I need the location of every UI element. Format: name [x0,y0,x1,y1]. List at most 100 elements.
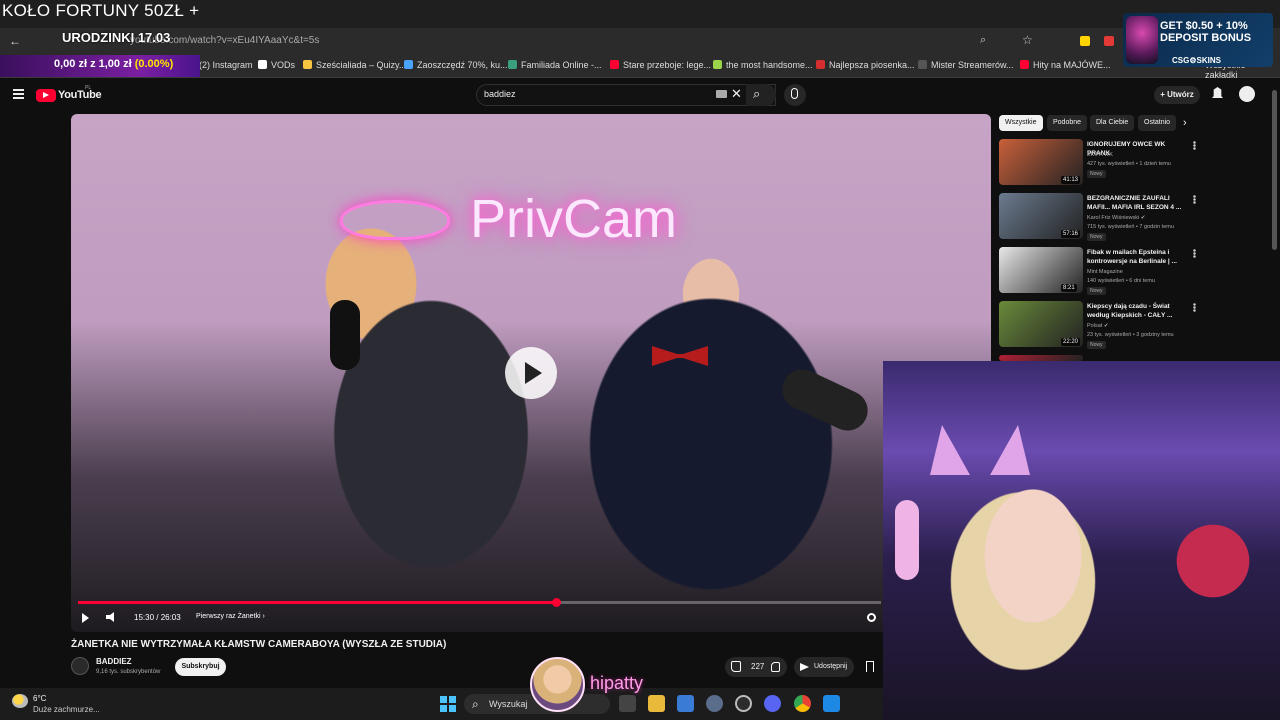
bookmark-label: VODs [271,60,296,70]
more-options-icon[interactable] [1193,141,1196,150]
search-query[interactable]: baddiez [484,89,516,99]
filter-chip[interactable]: Dla Ciebie [1090,115,1135,131]
channel-name[interactable]: Karol Friz Wiśniewski ✔ [1087,215,1145,221]
app-icon[interactable] [823,695,840,712]
weather-icon[interactable] [12,694,28,708]
folder-icon[interactable] [648,695,665,712]
chevron-right-icon[interactable]: › [1183,117,1187,129]
progress-fill [78,601,556,604]
zoom-icon[interactable]: ⌕ [980,34,986,47]
avatar[interactable] [1239,86,1255,102]
filter-chip[interactable]: Wszystkie [999,115,1043,131]
video-title: ŻANETKA NIE WYTRZYMAŁA KŁAMSTW CAMERABOY… [71,639,447,650]
new-badge: Nowy [1087,170,1106,178]
ad-text: GET $0.50 + 10% DEPOSIT BONUS [1160,20,1252,44]
chrome-icon[interactable] [794,695,811,712]
search-button[interactable] [746,84,776,106]
thumbs-down-icon[interactable] [771,662,780,672]
region-code: PL [85,85,92,91]
headset [895,500,919,580]
discord-icon[interactable] [764,695,781,712]
search-icon: ⌕ [753,86,761,101]
weather-description[interactable]: Duże zachmurze... [33,705,100,714]
bookmark-icon [713,60,722,69]
play-icon [43,92,49,98]
bookmark-label: (2) Instagram [199,60,253,70]
play-button[interactable] [505,347,557,399]
video-time: 15:30 / 26:03 [134,613,181,622]
menu-icon[interactable] [13,89,24,99]
video-duration: 8:21 [1061,284,1077,292]
clear-icon[interactable]: ✕ [731,86,742,102]
video-meta: 715 tys. wyświetleń • 7 godzin temu [1087,224,1174,230]
taskbar-search-label: Wyszukaj [489,699,528,709]
video-duration: 41:13 [1061,176,1081,184]
streamer-avatar [530,657,585,712]
channel-name[interactable]: EKIPA WK [1087,152,1113,158]
channel-name[interactable]: BADDIEZ [96,657,132,666]
bookmark-label: the most handsome... [726,60,813,70]
bookmark-item[interactable]: Najlepsza piosenka... [816,60,915,70]
back-icon[interactable]: ← [9,34,21,48]
more-options-icon[interactable] [1193,195,1196,204]
bookmark-label: Sześcialiada – Quizy... [316,60,407,70]
bookmark-icon [508,60,517,69]
bookmark-icon [610,60,619,69]
ad-brand: CSG⚙SKINS [1172,56,1221,65]
bookmark-item[interactable]: Mister Streamerów... [918,60,1014,70]
keyboard-icon[interactable] [716,90,727,98]
share-icon [800,663,809,671]
notifications-icon[interactable] [1212,87,1223,99]
extension-icon[interactable] [1104,36,1114,46]
video-duration: 57:16 [1061,230,1081,238]
bookmark-item[interactable]: the most handsome... [713,60,813,70]
new-badge: Nowy [1087,287,1106,295]
neon-sign: PrivCam [470,189,678,249]
scrollbar[interactable] [1272,90,1277,250]
task-view-icon[interactable] [619,695,636,712]
store-icon[interactable] [677,695,694,712]
video-title[interactable]: Fibak w mailach Epsteina i kontrowersje … [1087,248,1187,266]
video-duration: 22:20 [1061,338,1081,346]
video-meta: 23 tys. wyświetleń • 3 godziny temu [1087,332,1174,338]
settings-app-icon[interactable] [706,695,723,712]
bookmark-item[interactable]: Sześcialiada – Quizy... [303,60,406,70]
bookmark-icon [918,60,927,69]
bookmark-icon [258,60,267,69]
bookmark-item[interactable]: VODs [258,60,295,70]
wheel-of-fortune-overlay: KOŁO FORTUNY 50ZŁ + [2,1,200,20]
bookmark-label: Stare przeboje: lege... [623,60,712,70]
star-icon[interactable]: ☆ [1022,33,1033,47]
windows-start-icon[interactable] [440,696,456,712]
obs-icon[interactable] [735,695,752,712]
more-options-icon[interactable] [1193,303,1196,312]
save-icon[interactable] [866,661,874,672]
subscribe-button[interactable]: Subskrybuj [175,658,226,676]
bookmark-item[interactable]: Familiada Online -... [508,60,602,70]
progress-handle[interactable] [551,598,561,607]
channel-name[interactable]: Mint Magazine [1087,269,1123,275]
play-icon[interactable] [82,613,89,623]
extension-icon[interactable] [1080,36,1090,46]
video-title[interactable]: BEZGRANICZNIE ZAUFALI MAFII... MAFIA IRL… [1087,194,1187,212]
bookmark-icon [1020,60,1029,69]
settings-icon[interactable] [867,613,876,622]
channel-name[interactable]: Polsat ✔ [1087,323,1108,329]
bookmark-icon [816,60,825,69]
ad-character-image [1126,16,1158,64]
chapter-button[interactable]: Pierwszy raz Żanetki › [196,613,265,620]
more-options-icon[interactable] [1193,249,1196,258]
bookmark-item[interactable]: Zaoszczędź 70%, ku... [404,60,508,70]
streamer-name: hipatty [590,673,644,693]
create-button[interactable]: + Utwórz [1154,86,1200,104]
weather-temperature[interactable]: 6°C [33,694,46,703]
neon-lips-sign [340,200,450,240]
bookmark-item[interactable]: Stare przeboje: lege... [610,60,711,70]
thumbs-up-icon [731,661,741,672]
video-title[interactable]: Kiepscy dają czadu - Świat według Kiepsk… [1087,302,1187,320]
channel-avatar[interactable] [71,657,89,675]
filter-chip[interactable]: Podobne [1047,115,1088,131]
filter-chip[interactable]: Ostatnio [1138,115,1177,131]
donation-goal-text: 0,00 zł z 1,00 zł (0.00%) [54,58,173,70]
bookmark-item[interactable]: Hity na MAJÓWE... [1020,60,1111,70]
